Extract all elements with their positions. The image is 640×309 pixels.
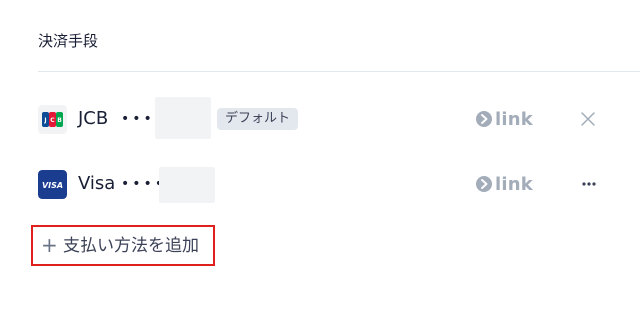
- add-payment-method-button[interactable]: + 支払い方法を追加: [31, 225, 215, 266]
- visa-logo-icon: VISA: [38, 170, 67, 199]
- remove-card-button[interactable]: [579, 110, 597, 128]
- divider: [38, 71, 640, 72]
- link-arrow-icon: [476, 111, 492, 127]
- card-brand: JCB: [78, 108, 109, 129]
- jcb-logo-icon: J C B: [38, 105, 67, 134]
- payment-method-row-jcb[interactable]: J C B JCB •••• デフォルト link: [38, 97, 640, 139]
- link-logo: link: [476, 172, 533, 196]
- section-title: 決済手段: [38, 32, 99, 50]
- add-payment-method-label: 支払い方法を追加: [63, 236, 199, 256]
- default-badge: デフォルト: [217, 108, 299, 130]
- card-brand: Visa: [78, 173, 116, 194]
- redacted-digits: [159, 167, 215, 203]
- close-icon: [581, 112, 595, 126]
- link-word: link: [495, 108, 533, 130]
- link-logo: link: [476, 107, 533, 131]
- svg-text:C: C: [50, 117, 55, 124]
- more-icon: [582, 182, 596, 186]
- payment-method-row-visa[interactable]: VISA Visa •••• link: [38, 164, 640, 204]
- plus-icon: +: [41, 233, 58, 257]
- visa-logo-text: VISA: [42, 181, 63, 190]
- link-word: link: [495, 173, 533, 195]
- svg-text:J: J: [43, 117, 46, 124]
- link-arrow-icon: [476, 176, 492, 192]
- redacted-digits: [155, 97, 211, 139]
- more-options-button[interactable]: [579, 174, 599, 194]
- svg-text:B: B: [57, 117, 62, 124]
